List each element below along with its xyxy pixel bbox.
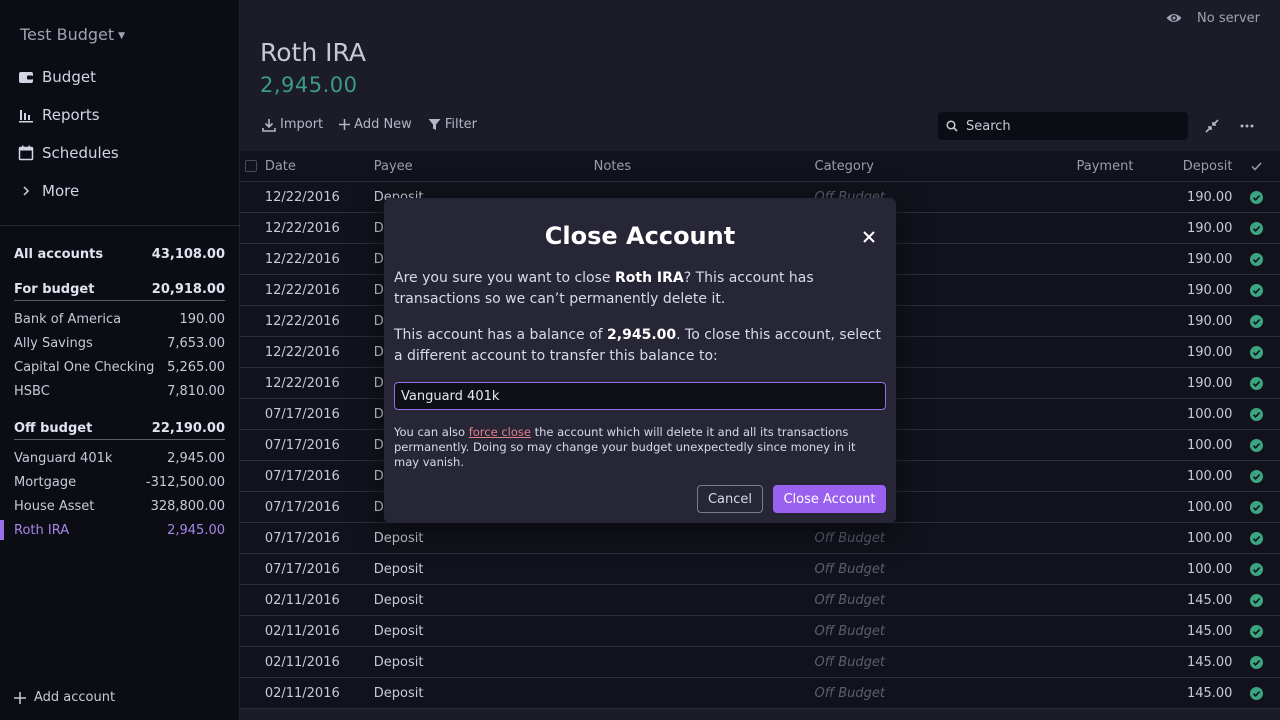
close-icon[interactable] <box>863 231 875 243</box>
modal-text: Are you sure you want to close <box>394 270 615 286</box>
force-close-link[interactable]: force close <box>469 425 531 439</box>
modal-text: This account has a balance of <box>394 327 608 343</box>
modal-balance-text: This account has a balance of 2,945.00. … <box>394 325 884 367</box>
close-account-modal: Close Account Are you sure you want to c… <box>384 198 896 523</box>
close-account-button[interactable]: Close Account <box>773 485 886 513</box>
force-close-note: You can also force close the account whi… <box>394 425 876 470</box>
transfer-account-input[interactable] <box>394 382 886 410</box>
modal-balance-amount: 2,945.00 <box>607 327 677 343</box>
modal-confirm-text: Are you sure you want to close Roth IRA?… <box>394 268 884 310</box>
modal-text: You can also <box>394 425 469 439</box>
cancel-button[interactable]: Cancel <box>697 485 763 513</box>
modal-account-name: Roth IRA <box>614 270 684 286</box>
modal-title: Close Account <box>544 222 736 250</box>
